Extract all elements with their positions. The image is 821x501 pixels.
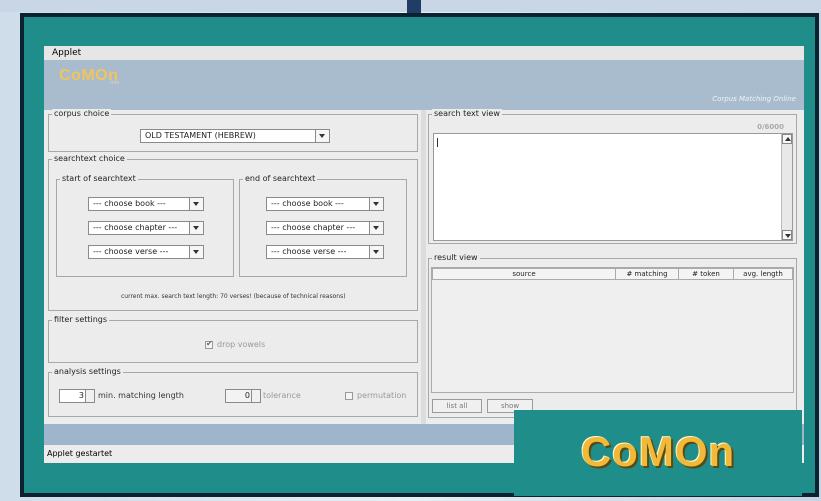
comon-overlay-logo: CoMOn [580,428,736,475]
start-chapter-select[interactable]: --- choose chapter --- [88,221,204,235]
searchtext-choice-legend: searchtext choice [52,154,127,164]
drop-vowels-label: drop vowels [217,340,266,349]
end-searchtext-legend: end of searchtext [243,174,318,184]
col-source[interactable]: source [432,268,616,280]
col-matching[interactable]: # matching [615,268,679,280]
filter-settings-group: filter settings drop vowels [48,315,418,363]
result-table: source # matching # token avg. length [432,268,793,280]
main-content: corpus choice OLD TESTAMENT (HEBREW) sea… [44,109,804,424]
text-caret [437,138,438,147]
menu-applet[interactable]: Applet [44,46,804,60]
end-book-select[interactable]: --- choose book --- [266,197,384,211]
chevron-down-icon [369,222,383,234]
chevron-down-icon [315,130,329,142]
col-token[interactable]: # token [678,268,734,280]
result-view-legend: result view [432,253,480,263]
drop-vowels-checkbox[interactable] [205,339,213,349]
chevron-down-icon [369,246,383,258]
search-text-view-group: search text view 0/6000 [428,109,797,244]
spinner-arrows-icon[interactable] [85,390,94,402]
corpus-choice-legend: corpus choice [52,109,112,119]
corpus-choice-group: corpus choice OLD TESTAMENT (HEBREW) [48,109,418,152]
char-counter: 0/6000 [757,123,784,131]
chevron-down-icon [189,246,203,258]
tolerance-label: tolerance [263,391,301,400]
result-table-area: source # matching # token avg. length [431,267,794,393]
split-pane-divider[interactable] [421,110,426,424]
permutation-checkbox[interactable] [345,392,353,400]
list-all-button[interactable]: list all [432,399,482,413]
permutation-label: permutation [357,391,407,400]
chevron-down-icon [369,198,383,210]
logo-info-link[interactable]: info [110,80,119,86]
start-book-select[interactable]: --- choose book --- [88,197,204,211]
result-view-group: result view source # matching # token av… [428,253,797,418]
vertical-scrollbar[interactable] [781,134,792,240]
banner-tagline: Corpus Matching Online [712,95,796,103]
start-searchtext-legend: start of searchtext [60,174,138,184]
end-searchtext-group: end of searchtext --- choose book --- --… [239,174,407,277]
scroll-up-icon[interactable] [782,134,792,144]
min-length-spinner[interactable]: 3 [59,389,95,403]
scroll-down-icon[interactable] [782,230,792,240]
end-chapter-select[interactable]: --- choose chapter --- [266,221,384,235]
comon-overlay-box: CoMOn [514,410,802,496]
start-searchtext-group: start of searchtext --- choose book --- … [56,174,234,277]
search-text-input[interactable] [433,133,793,241]
start-verse-select[interactable]: --- choose verse --- [88,245,204,259]
chevron-down-icon [189,222,203,234]
search-text-view-legend: search text view [432,109,502,119]
applet-window: Applet CoMOn info Corpus Matching Online… [44,46,804,463]
spinner-arrows-icon[interactable] [251,390,260,402]
min-length-label: min. matching length [98,391,184,400]
chevron-down-icon [189,198,203,210]
max-length-note: current max. search text length: 70 vers… [121,293,346,300]
analysis-settings-legend: analysis settings [52,367,123,377]
banner: CoMOn info Corpus Matching Online [44,60,804,110]
col-avg-length[interactable]: avg. length [733,268,793,280]
tolerance-spinner[interactable]: 0 [225,389,261,403]
analysis-settings-group: analysis settings 3 min. matching length… [48,367,418,417]
end-verse-select[interactable]: --- choose verse --- [266,245,384,259]
searchtext-choice-group: searchtext choice start of searchtext --… [48,154,418,311]
filter-settings-legend: filter settings [52,315,110,325]
corpus-select[interactable]: OLD TESTAMENT (HEBREW) [140,129,330,143]
top-notch [407,0,421,14]
